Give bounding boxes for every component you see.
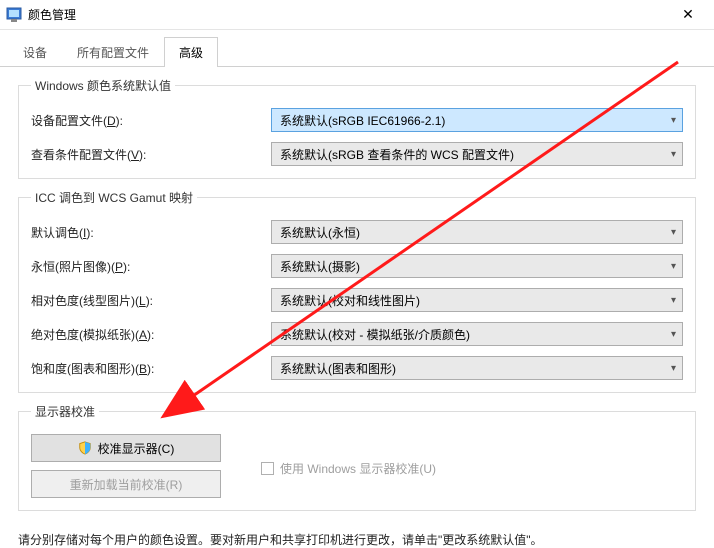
group-windows-defaults: Windows 颜色系统默认值 设备配置文件(D): 系统默认(sRGB IEC… [18,77,696,179]
group-icc-wcs-legend: ICC 调色到 WCS Gamut 映射 [31,189,197,206]
label-saturation: 饱和度(图表和图形)(B): [31,360,271,377]
reload-calibration-label: 重新加载当前校准(R) [70,476,183,493]
select-saturation[interactable]: 系统默认(图表和图形) ▾ [271,356,683,380]
chevron-down-icon: ▾ [671,261,676,272]
chevron-down-icon: ▾ [671,227,676,238]
select-absolute[interactable]: 系统默认(校对 - 模拟纸张/介质颜色) ▾ [271,322,683,346]
chevron-down-icon: ▾ [671,295,676,306]
chevron-down-icon: ▾ [671,115,676,126]
group-windows-defaults-legend: Windows 颜色系统默认值 [31,77,175,94]
footer-text: 请分别存储对每个用户的颜色设置。要对新用户和共享打印机进行更改，请单击"更改系统… [0,521,714,548]
titlebar: 颜色管理 ✕ [0,0,714,30]
group-icc-wcs: ICC 调色到 WCS Gamut 映射 默认调色(I): 系统默认(永恒) ▾… [18,189,696,393]
label-absolute: 绝对色度(模拟纸张)(A): [31,326,271,343]
select-perceptual[interactable]: 系统默认(摄影) ▾ [271,254,683,278]
group-display-calibration-legend: 显示器校准 [31,403,99,420]
label-relative: 相对色度(线型图片)(L): [31,292,271,309]
use-windows-calibration-label: 使用 Windows 显示器校准(U) [280,460,436,477]
window-title: 颜色管理 [28,6,668,23]
chevron-down-icon: ▾ [671,149,676,160]
chevron-down-icon: ▾ [671,363,676,374]
tab-all-profiles[interactable]: 所有配置文件 [62,37,164,67]
use-windows-calibration-row: 使用 Windows 显示器校准(U) [261,428,436,498]
use-windows-calibration-checkbox [261,462,274,475]
select-device-profile-value: 系统默认(sRGB IEC61966-2.1) [280,112,445,129]
calibrate-display-button[interactable]: 校准显示器(C) [31,434,221,462]
tab-advanced[interactable]: 高级 [164,37,218,67]
close-icon: ✕ [682,6,694,23]
label-device-profile: 设备配置文件(D): [31,112,271,129]
reload-calibration-button: 重新加载当前校准(R) [31,470,221,498]
label-default-intent: 默认调色(I): [31,224,271,241]
select-relative[interactable]: 系统默认(校对和线性图片) ▾ [271,288,683,312]
close-button[interactable]: ✕ [668,1,708,29]
shield-icon [78,441,92,455]
group-display-calibration: 显示器校准 校准显示器(C) 重新加载当前校准(R) 使用 Windows 显示… [18,403,696,511]
select-device-profile[interactable]: 系统默认(sRGB IEC61966-2.1) ▾ [271,108,683,132]
app-icon [6,7,22,23]
select-default-intent[interactable]: 系统默认(永恒) ▾ [271,220,683,244]
select-viewing-profile-value: 系统默认(sRGB 查看条件的 WCS 配置文件) [280,146,514,163]
label-perceptual: 永恒(照片图像)(P): [31,258,271,275]
calibrate-display-label: 校准显示器(C) [98,440,175,457]
label-viewing-profile: 查看条件配置文件(V): [31,146,271,163]
chevron-down-icon: ▾ [671,329,676,340]
tab-devices[interactable]: 设备 [8,37,62,67]
tab-content: Windows 颜色系统默认值 设备配置文件(D): 系统默认(sRGB IEC… [0,67,714,511]
tab-bar: 设备 所有配置文件 高级 [0,30,714,67]
select-viewing-profile[interactable]: 系统默认(sRGB 查看条件的 WCS 配置文件) ▾ [271,142,683,166]
